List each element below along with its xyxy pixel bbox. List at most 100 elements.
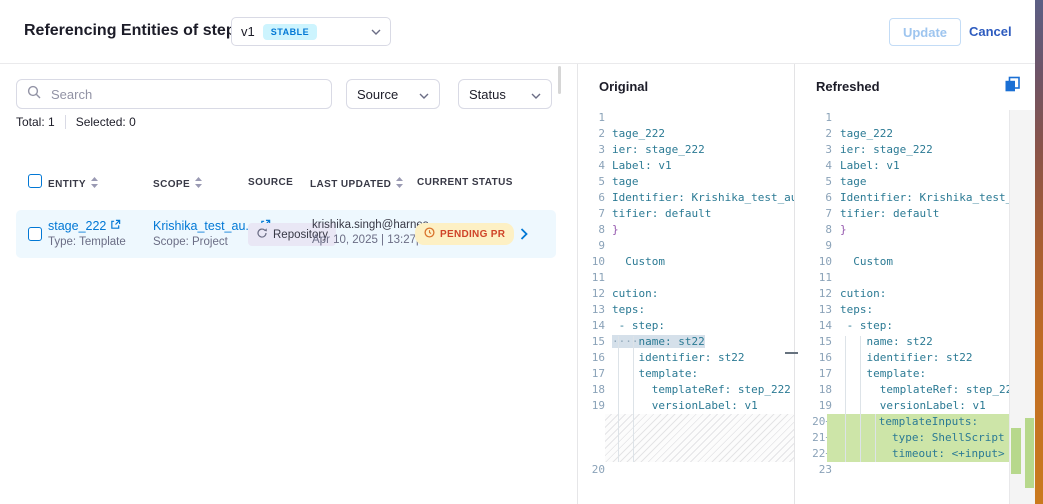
code-line: 10 Custom [578, 254, 794, 270]
totals-bar: Total: 1 Selected: 0 [16, 115, 136, 129]
diff-refreshed-title: Refreshed [816, 79, 880, 94]
code-line: 6Identifier: Krishika_test_aut [795, 190, 1009, 206]
sort-icon[interactable] [195, 177, 202, 191]
indent-guide [875, 414, 876, 462]
scope-link[interactable]: Krishika_test_au... [153, 219, 256, 233]
code-line [578, 414, 794, 462]
code-lines-refreshed: 12tage_2223ier: stage_2224Label: v15tage… [795, 110, 1009, 478]
code-line: 5tage [578, 174, 794, 190]
code-line: 7tifier: default [795, 206, 1009, 222]
code-line: 19 versionLabel: v1 [578, 398, 794, 414]
code-line: 16 identifier: st22 [578, 350, 794, 366]
indent-guide [633, 336, 634, 462]
source-filter-label: Source [357, 87, 398, 102]
code-line: 9 [578, 238, 794, 254]
code-line: 15 name: st22 [795, 334, 1009, 350]
referencing-entities-modal: Referencing Entities of step_222 v1 STAB… [0, 0, 1043, 504]
code-line: 13teps: [795, 302, 1009, 318]
indent-guide [845, 336, 846, 462]
code-line: 14 - step: [795, 318, 1009, 334]
total-count: Total: 1 [16, 115, 55, 129]
entity-type: Type: Template [48, 236, 126, 248]
chevron-down-icon [371, 29, 381, 35]
divider [65, 115, 66, 129]
status-filter-label: Status [469, 87, 506, 102]
sort-icon[interactable] [396, 177, 403, 191]
code-line: 19 versionLabel: v1 [795, 398, 1009, 414]
stable-badge: STABLE [263, 24, 317, 40]
status-badge: PENDING PR [415, 223, 514, 245]
panel-scrollbar[interactable] [558, 66, 561, 94]
diff-pane-original[interactable]: 12tage_2223ier: stage_2224Label: v15tage… [578, 110, 794, 504]
status-filter-dropdown[interactable]: Status [458, 79, 552, 109]
code-line: 10 Custom [795, 254, 1009, 270]
version-value: v1 [241, 24, 255, 39]
copy-icon[interactable] [1004, 76, 1021, 98]
selected-count: Selected: 0 [76, 115, 136, 129]
code-line: 8} [578, 222, 794, 238]
table-row[interactable]: stage_222 Type: Template Krishika_test_a… [16, 210, 556, 258]
search-box[interactable] [16, 79, 332, 109]
code-line: 4Label: v1 [795, 158, 1009, 174]
diff-overview-ruler[interactable] [1010, 110, 1036, 504]
column-last-updated[interactable]: LAST UPDATED [310, 177, 403, 191]
code-line: 14 - step: [578, 318, 794, 334]
repository-icon [256, 227, 268, 242]
chevron-down-icon [419, 87, 429, 102]
search-icon [27, 85, 41, 104]
code-line: 1 [578, 110, 794, 126]
column-entity[interactable]: ENTITY [48, 177, 98, 191]
code-line: 2tage_222 [795, 126, 1009, 142]
code-line: 2tage_222 [578, 126, 794, 142]
code-line: 18 templateRef: step_222 [795, 382, 1009, 398]
code-line: 16 identifier: st22 [795, 350, 1009, 366]
code-line: 15····name: st22 [578, 334, 794, 350]
code-line: 6Identifier: Krishika_test_aut [578, 190, 794, 206]
update-button[interactable]: Update [889, 18, 961, 46]
column-scope[interactable]: SCOPE [153, 177, 202, 191]
row-checkbox[interactable] [28, 227, 42, 241]
column-current-status: CURRENT STATUS [417, 177, 513, 188]
added-lines-marker [1025, 418, 1034, 488]
row-expand-chevron-icon[interactable] [520, 227, 528, 245]
clock-icon [424, 227, 435, 241]
diff-original-title: Original [599, 79, 648, 94]
code-line: 20+ templateInputs: [795, 414, 1009, 430]
code-line: 5tage [795, 174, 1009, 190]
code-line: 4Label: v1 [578, 158, 794, 174]
code-line: 12cution: [795, 286, 1009, 302]
modal-header: Referencing Entities of step_222 v1 STAB… [0, 0, 1035, 64]
code-line: 11 [795, 270, 1009, 286]
code-lines-original: 12tage_2223ier: stage_2224Label: v15tage… [578, 110, 794, 478]
source-filter-dropdown[interactable]: Source [346, 79, 440, 109]
entity-link[interactable]: stage_222 [48, 219, 106, 233]
code-line: 23 [795, 462, 1009, 478]
indent-guide [618, 336, 619, 462]
code-line: 21+ type: ShellScript [795, 430, 1009, 446]
code-line: 11 [578, 270, 794, 286]
sort-icon[interactable] [91, 177, 98, 191]
version-select[interactable]: v1 STABLE [231, 17, 391, 46]
entity-cell: stage_222 Type: Template [48, 219, 126, 248]
search-input[interactable] [49, 86, 321, 103]
code-line: 9 [795, 238, 1009, 254]
select-all-checkbox[interactable] [28, 174, 42, 188]
code-line: 22+ timeout: <+input> [795, 446, 1009, 462]
code-line: 7tifier: default [578, 206, 794, 222]
entities-panel: Source Status Total: 1 Selected: 0 ENTIT… [0, 64, 577, 504]
code-line: 18 templateRef: step_222 [578, 382, 794, 398]
indent-guide [860, 336, 861, 462]
code-line: 1 [795, 110, 1009, 126]
chevron-down-icon [531, 87, 541, 102]
added-lines-marker [1011, 428, 1021, 474]
diff-pane-refreshed[interactable]: 12tage_2223ier: stage_2224Label: v15tage… [795, 110, 1009, 504]
code-line: 12cution: [578, 286, 794, 302]
cancel-button[interactable]: Cancel [969, 24, 1012, 39]
background-page-edge [1035, 0, 1043, 504]
code-line: 3ier: stage_222 [795, 142, 1009, 158]
status-cell: PENDING PR [415, 223, 514, 245]
external-link-icon[interactable] [110, 219, 121, 233]
code-line: 13teps: [578, 302, 794, 318]
code-line: 8} [795, 222, 1009, 238]
yaml-diff-panel: Original Refreshed 12tage_2223ier: stage… [577, 63, 1036, 504]
